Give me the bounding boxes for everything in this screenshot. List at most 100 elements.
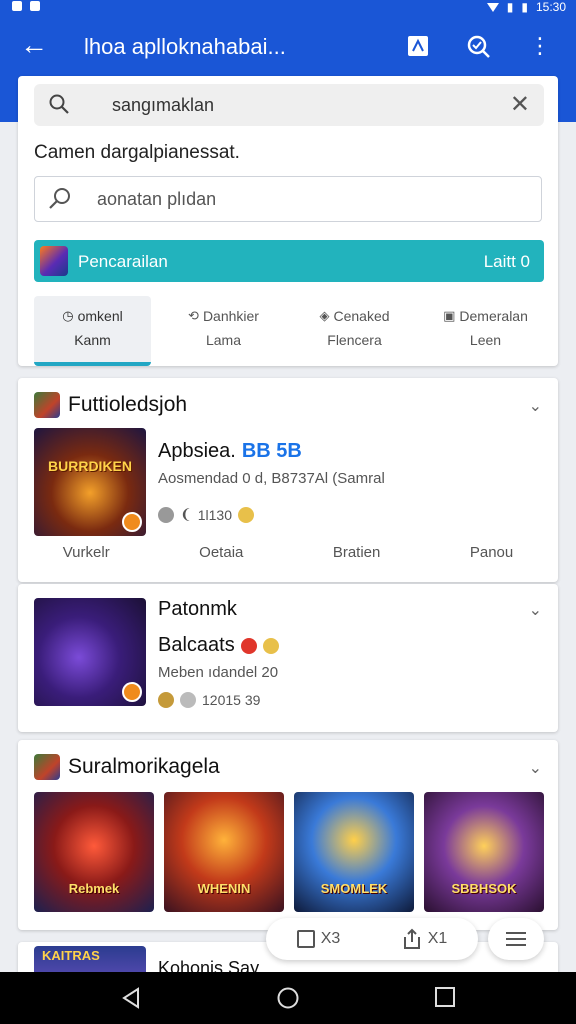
featured-card: Futtioledsjoh ⌄ BURRDIKEN Apbsiea. BB 5B …: [18, 378, 558, 582]
clear-icon[interactable]: ✕: [510, 90, 530, 119]
tile-caption: SBBHSOK: [451, 881, 517, 896]
share-count: X1: [427, 930, 448, 947]
share-icon[interactable]: [404, 32, 432, 60]
section-subtitle: Camen dargalpianessat.: [34, 142, 240, 163]
action-bratien[interactable]: Bratien: [333, 544, 381, 561]
menu-button[interactable]: [488, 918, 544, 960]
game-meta: Aosmendad 0 d, B8737Al (Samral: [158, 470, 385, 487]
like-icon: ❨: [180, 506, 192, 522]
action-oetaia[interactable]: Oetaia: [199, 544, 243, 561]
shield-icon: [180, 692, 196, 708]
tab-omkenl[interactable]: ◷ omkenl Kanm: [34, 296, 151, 366]
secondary-search-field[interactable]: aonatan plıdan: [34, 176, 542, 222]
cover-caption: BURRDIKEN: [48, 458, 132, 474]
back-arrow-icon[interactable]: ←: [20, 30, 48, 60]
chevron-down-icon[interactable]: ⌄: [529, 758, 542, 778]
search-icon: [48, 93, 70, 120]
notification-icon: [30, 1, 40, 11]
star-icon: [238, 506, 254, 523]
share-button[interactable]: X1: [402, 928, 448, 950]
cookie-icon: [158, 692, 174, 708]
battery-icon: ▮: [521, 0, 528, 14]
notification-icon: [12, 1, 22, 11]
card-title: Patonmk: [158, 598, 237, 620]
secondary-search-placeholder: aonatan plıdan: [97, 189, 217, 209]
carousel-tile[interactable]: SBBHSOK: [424, 792, 544, 912]
tab-sublabel: Lama: [205, 332, 242, 348]
game-cover-image[interactable]: BURRDIKEN: [34, 428, 146, 536]
wifi-icon: [486, 2, 499, 12]
promo-banner[interactable]: Pencarailan Laitt 0: [34, 240, 544, 282]
tab-sublabel: Leen: [469, 332, 502, 348]
game-stats: 1l130: [197, 506, 232, 523]
tile-caption: Rebmek: [68, 881, 120, 896]
search-card: sangımaklan ✕ Camen dargalpianessat. aon…: [18, 76, 558, 366]
game-card: Patonmk Balcaats Meben ıdandel 20 12015 …: [18, 584, 558, 732]
section-title: Suralmorikagela: [68, 755, 220, 778]
search-icon: [47, 186, 73, 217]
carousel-tile[interactable]: Rebmek: [34, 792, 154, 912]
chevron-down-icon[interactable]: ⌄: [529, 600, 542, 620]
tab-cenaked[interactable]: ◈ Cenaked Flencera: [296, 296, 413, 366]
search-person-icon[interactable]: [464, 32, 492, 60]
carousel-card: Suralmorikagela ⌄ Rebmek WHENIN SMOMLEK …: [18, 740, 558, 930]
section-title: Futtioledsjoh: [68, 393, 188, 416]
search-bar[interactable]: sangımaklan ✕: [34, 84, 544, 126]
game-cover-image[interactable]: [34, 598, 146, 706]
app-bar: ← lhoa aplloknahabai... ⋮: [0, 16, 576, 76]
clock-icon: ◷: [62, 308, 74, 323]
refresh-icon: ⟲: [188, 308, 199, 323]
carousel-tile[interactable]: WHENIN: [164, 792, 284, 912]
page-title: lhoa aplloknahabai...: [84, 34, 286, 59]
tile-caption: SMOMLEK: [320, 881, 388, 896]
system-nav-bar: [0, 972, 576, 1024]
section-logo-icon: [34, 392, 60, 418]
game-carousel: Rebmek WHENIN SMOMLEK SBBHSOK: [34, 792, 544, 912]
action-vurkelr[interactable]: Vurkelr: [63, 544, 110, 561]
action-panou[interactable]: Panou: [470, 544, 513, 561]
coin-icon: [262, 637, 279, 654]
tile-caption: WHENIN: [197, 881, 251, 896]
tag-icon: ◈: [319, 308, 330, 323]
chevron-down-icon[interactable]: ⌄: [529, 396, 542, 416]
card-actions: Vurkelr Oetaia Bratien Panou: [18, 544, 558, 561]
tab-label: Demeralan: [459, 308, 528, 324]
download-badge-icon: [122, 682, 142, 702]
carousel-tile[interactable]: SMOMLEK: [294, 792, 414, 912]
nav-back-icon[interactable]: [120, 986, 142, 1010]
tab-sublabel: Flencera: [327, 332, 382, 348]
menu-icon: [506, 932, 526, 946]
share-icon: [403, 928, 420, 949]
game-meta: Meben ıdandel 20: [158, 664, 279, 681]
tab-sublabel: Kanm: [74, 332, 111, 348]
banner-action[interactable]: Laitt 0: [484, 252, 530, 272]
tab-label: Cenaked: [333, 308, 390, 324]
tab-danhkier[interactable]: ⟲ Danhkier Lama: [165, 296, 282, 366]
nav-home-icon[interactable]: [276, 986, 300, 1010]
search-input[interactable]: sangımaklan: [112, 95, 214, 116]
floating-toolbar: X3 X1: [266, 918, 478, 960]
game-thumbnail: [40, 246, 68, 276]
game-name: Balcaats: [158, 634, 235, 656]
select-button[interactable]: X3: [296, 930, 341, 948]
banner-label: Pencarailan: [78, 252, 168, 271]
alert-icon: [240, 637, 257, 654]
status-bar: ▮ ▮ 15:30: [0, 0, 576, 16]
more-options-icon[interactable]: ⋮: [526, 32, 554, 60]
download-badge-icon: [122, 512, 142, 532]
status-time: 15:30: [535, 0, 566, 14]
calendar-icon: ▣: [443, 308, 456, 323]
game-stats: 12015 39: [202, 692, 261, 708]
nav-recents-icon[interactable]: [434, 986, 456, 1008]
tab-demeralan[interactable]: ▣ Demeralan Leen: [427, 296, 544, 366]
tab-label: Danhkier: [202, 308, 259, 324]
select-count: X3: [320, 930, 341, 947]
signal-icon: ▮: [506, 0, 514, 14]
tab-label: omkenl: [77, 308, 123, 324]
checkbox-icon: [296, 930, 315, 948]
game-price: BB 5B: [241, 440, 302, 462]
filter-tabs: ◷ omkenl Kanm ⟲ Danhkier Lama ◈ Cenaked Fle…: [34, 296, 544, 366]
section-logo-icon: [34, 754, 60, 780]
rating-icon: [158, 506, 174, 523]
game-name: Apbsiea.: [158, 440, 236, 462]
